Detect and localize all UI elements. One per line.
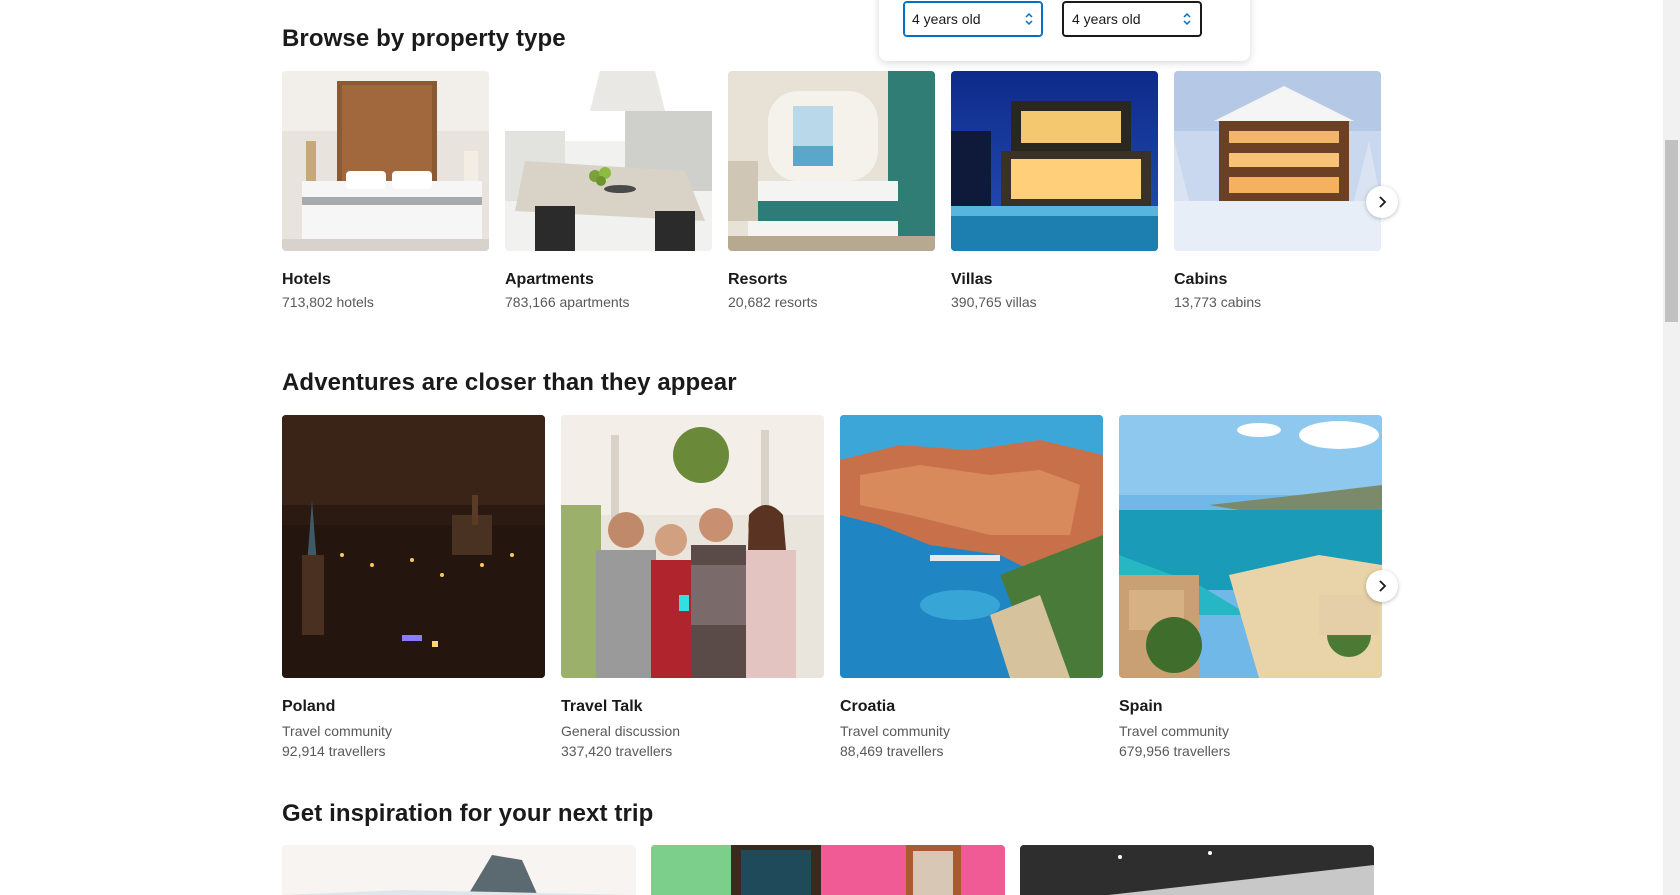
community-name: Spain (1119, 698, 1163, 715)
up-down-chevron-icon (1024, 12, 1034, 26)
child-age-value: 4 years old (1072, 11, 1141, 27)
community-type: Travel community (282, 723, 392, 739)
croatia-image (840, 415, 1103, 678)
community-type: Travel community (1119, 723, 1229, 739)
property-count: 783,166 apartments (505, 294, 630, 310)
property-name: Hotels (282, 271, 331, 288)
apartment-image (505, 71, 712, 251)
hotel-image (282, 71, 489, 251)
adventures-heading: Adventures are closer than they appear (282, 369, 737, 396)
adventures-carousel-next-button[interactable] (1366, 570, 1398, 602)
spain-image (1119, 415, 1382, 678)
community-card-travel-talk[interactable]: Travel Talk General discussion 337,420 t… (561, 415, 824, 761)
community-name: Travel Talk (561, 698, 643, 715)
travel-talk-image (561, 415, 824, 678)
community-travellers: 88,469 travellers (840, 743, 944, 759)
community-travellers: 679,956 travellers (1119, 743, 1231, 759)
resort-image (728, 71, 935, 251)
property-card-hotels[interactable]: Hotels 713,802 hotels (282, 71, 489, 310)
chevron-right-icon (1376, 196, 1388, 208)
poland-image (282, 415, 545, 678)
property-card-apartments[interactable]: Apartments 783,166 apartments (505, 71, 712, 310)
community-card-croatia[interactable]: Croatia Travel community 88,469 travelle… (840, 415, 1103, 761)
property-card-resorts[interactable]: Resorts 20,682 resorts (728, 71, 935, 310)
child-age-select-1[interactable]: 4 years old (903, 1, 1043, 37)
community-name: Croatia (840, 698, 896, 715)
property-card-cabins[interactable]: Cabins 13,773 cabins (1174, 71, 1381, 310)
property-count: 390,765 villas (951, 294, 1037, 310)
community-card-poland[interactable]: Poland Travel community 92,914 traveller… (282, 415, 545, 761)
property-count: 20,682 resorts (728, 294, 818, 310)
property-name: Apartments (505, 271, 594, 288)
inspiration-card-1[interactable] (282, 845, 636, 895)
community-type: Travel community (840, 723, 950, 739)
inspiration-card-3[interactable] (1020, 845, 1374, 895)
property-count: 13,773 cabins (1174, 294, 1262, 310)
scrollbar-thumb[interactable] (1665, 140, 1678, 322)
cabin-image (1174, 71, 1381, 251)
children-age-panel: 4 years old 4 years old (879, 0, 1250, 61)
community-card-spain[interactable]: Spain Travel community 679,956 traveller… (1119, 415, 1382, 761)
property-count: 713,802 hotels (282, 294, 374, 310)
inspiration-card-2[interactable] (651, 845, 1005, 895)
community-type: General discussion (561, 723, 681, 739)
community-travellers: 92,914 travellers (282, 743, 386, 759)
villa-image (951, 71, 1158, 251)
community-travellers: 337,420 travellers (561, 743, 673, 759)
property-name: Cabins (1174, 271, 1228, 288)
property-type-heading: Browse by property type (282, 25, 566, 52)
chevron-right-icon (1376, 580, 1388, 592)
property-name: Villas (951, 271, 993, 288)
up-down-chevron-icon (1182, 12, 1192, 26)
property-name: Resorts (728, 271, 788, 288)
child-age-value: 4 years old (912, 11, 981, 27)
page-scrollbar[interactable] (1663, 0, 1680, 895)
child-age-select-2[interactable]: 4 years old (1062, 1, 1202, 37)
property-carousel-next-button[interactable] (1366, 186, 1398, 218)
community-name: Poland (282, 698, 336, 715)
inspiration-heading: Get inspiration for your next trip (282, 800, 654, 827)
property-card-villas[interactable]: Villas 390,765 villas (951, 71, 1158, 310)
